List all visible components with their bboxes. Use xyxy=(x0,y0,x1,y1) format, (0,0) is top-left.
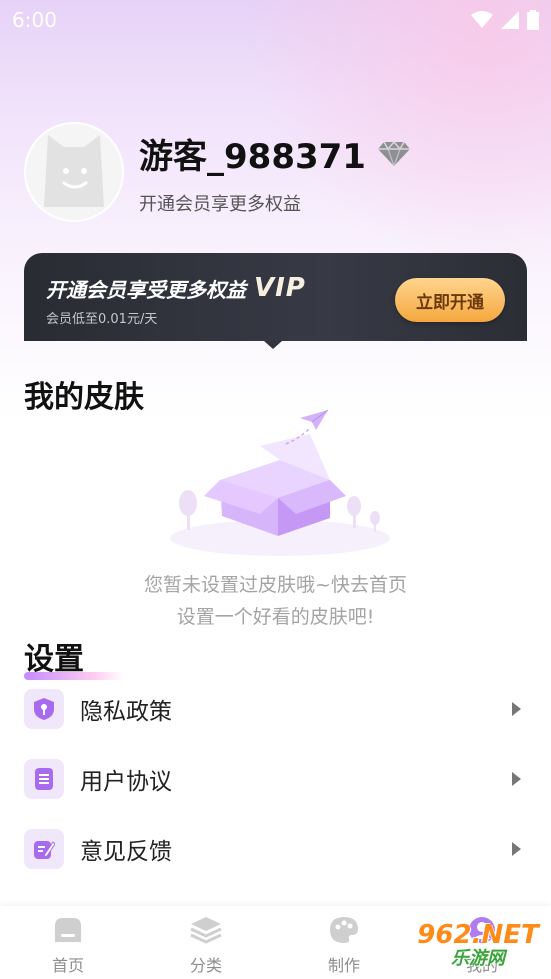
profile-text: 游客_988371 开通会员享更多权益 xyxy=(139,129,410,216)
avatar[interactable] xyxy=(24,122,124,222)
shield-key-icon xyxy=(24,689,64,729)
settings-item-feedback[interactable]: 意见反馈 xyxy=(24,824,527,874)
wifi-icon xyxy=(471,11,493,28)
username-row: 游客_988371 xyxy=(139,129,410,178)
chevron-right-icon xyxy=(512,772,521,786)
paper-plane-icon xyxy=(300,409,329,430)
tab-label: 首页 xyxy=(51,956,84,975)
status-time: 6:00 xyxy=(12,8,57,32)
status-bar: 6:00 xyxy=(0,0,551,40)
vip-banner[interactable]: 开通会员享受更多权益 VIP 会员低至0.01元/天 立即开通 xyxy=(24,253,527,349)
watermark-top: 962.NET xyxy=(417,920,539,950)
watermark-logo: 962.NET 乐游网 xyxy=(411,917,545,973)
empty-skins-message-line2: 设置一个好看的皮肤吧! xyxy=(176,606,375,628)
vip-badge: VIP xyxy=(254,273,306,303)
bottom-tab-bar: 首页 分类 制作 我的 962.NET 乐游网 xyxy=(0,906,551,979)
empty-box-illustration xyxy=(170,409,390,556)
tab-label: 制作 xyxy=(327,956,360,975)
diamond-icon xyxy=(377,140,410,166)
profile-subtitle: 开通会员享更多权益 xyxy=(139,193,301,215)
open-membership-button[interactable]: 立即开通 xyxy=(395,278,505,322)
status-icons xyxy=(471,10,539,30)
settings-title-text: 设置 xyxy=(24,642,84,677)
palette-icon xyxy=(299,914,389,946)
my-skins-section-title: 我的皮肤 xyxy=(24,372,144,418)
tab-home[interactable]: 首页 xyxy=(23,914,113,976)
chevron-right-icon xyxy=(512,702,521,716)
home-icon xyxy=(23,914,113,946)
chevron-right-icon xyxy=(512,842,521,856)
vip-title-row: 开通会员享受更多权益 VIP xyxy=(46,273,306,303)
tab-create[interactable]: 制作 xyxy=(299,914,389,976)
settings-section-title: 设置 xyxy=(24,634,124,680)
default-avatar-icon xyxy=(44,135,104,207)
settings-item-label: 用户协议 xyxy=(80,769,172,795)
settings-item-label: 意见反馈 xyxy=(80,839,172,865)
layers-icon xyxy=(161,914,251,946)
tab-label: 分类 xyxy=(189,956,222,975)
username: 游客_988371 xyxy=(139,136,366,177)
settings-item-label: 隐私政策 xyxy=(80,699,172,725)
settings-item-privacy-policy[interactable]: 隐私政策 xyxy=(24,684,527,734)
profile-header: 游客_988371 开通会员享更多权益 xyxy=(24,122,410,222)
edit-icon xyxy=(24,829,64,869)
tree-left xyxy=(179,490,197,530)
my-skins-title-text: 我的皮肤 xyxy=(24,380,144,415)
battery-icon xyxy=(527,10,539,30)
vip-title: 开通会员享受更多权益 xyxy=(46,277,246,302)
document-icon xyxy=(24,759,64,799)
empty-skins-message-line1: 您暂未设置过皮肤哦~快去首页 xyxy=(144,574,407,596)
tab-category[interactable]: 分类 xyxy=(161,914,251,976)
signal-icon xyxy=(501,11,519,29)
vip-price-note: 会员低至0.01元/天 xyxy=(46,312,158,327)
watermark-bottom: 乐游网 xyxy=(451,948,505,969)
settings-item-user-agreement[interactable]: 用户协议 xyxy=(24,754,527,804)
